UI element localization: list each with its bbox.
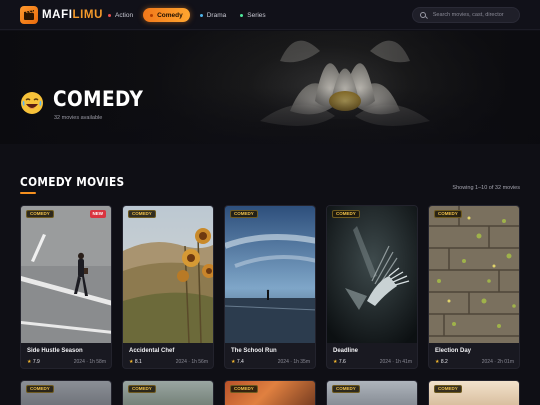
movie-rating: ★ 7.6	[333, 359, 346, 365]
movie-rating: ★ 8.1	[129, 359, 142, 365]
genre-tag: COMEDY	[434, 385, 462, 393]
movie-card[interactable]: COMEDY Deadline ★ 7.6 2024 · 1h 41m	[326, 205, 418, 369]
movie-count: 32 movies available	[54, 115, 103, 121]
star-icon: ★	[231, 359, 236, 365]
movie-poster	[327, 206, 417, 343]
rating-value: 7.4	[236, 359, 244, 365]
movie-meta: 2024 · 1h 58m	[73, 359, 106, 365]
genre-tag: COMEDY	[128, 210, 156, 218]
page-title: COMEDY	[53, 87, 144, 111]
movie-card[interactable]: COMEDY	[224, 380, 316, 405]
search-icon	[420, 11, 427, 19]
movie-poster	[21, 206, 111, 343]
movie-rating: ★ 7.9	[27, 359, 40, 365]
nav-link-comedy[interactable]: Comedy	[143, 8, 190, 22]
nav-link-label: Series	[247, 11, 266, 19]
movie-meta: 2024 · 1h 41m	[379, 359, 412, 365]
new-badge: NEW	[89, 210, 106, 218]
movie-title: Accidental Chef	[129, 348, 175, 354]
genre-tag: COMEDY	[332, 385, 360, 393]
movie-meta: 2024 · 1h 35m	[277, 359, 310, 365]
movie-poster	[429, 206, 519, 343]
genre-tag: COMEDY	[26, 385, 54, 393]
brand-name-part-2: LIMU	[72, 9, 104, 21]
movie-title: Election Day	[435, 348, 472, 354]
nav-link-label: Drama	[206, 11, 227, 19]
clapperboard-icon	[20, 6, 38, 24]
movie-card[interactable]: COMEDY	[428, 380, 520, 405]
genre-tag: COMEDY	[230, 210, 258, 218]
hero-banner: COMEDY	[0, 31, 540, 144]
genre-tag: COMEDY	[128, 385, 156, 393]
star-icon: ★	[333, 359, 338, 365]
section-title: COMEDY MOVIES	[20, 175, 125, 189]
movie-rating: ★ 8.2	[435, 359, 448, 365]
nav-link-action[interactable]: Action	[108, 8, 133, 22]
genre-tag: COMEDY	[434, 210, 462, 218]
movie-poster	[123, 206, 213, 343]
movie-poster	[225, 206, 315, 343]
brand-name-part-1: MAFI	[42, 9, 73, 21]
star-icon: ★	[27, 359, 32, 365]
top-nav: MAFILIMU Action Comedy Drama Series	[0, 0, 540, 30]
movie-card[interactable]: COMEDY The School Run ★ 7.4 2024 · 1h 35…	[224, 205, 316, 369]
laughing-face-icon	[21, 92, 43, 114]
star-icon: ★	[435, 359, 440, 365]
rating-value: 7.9	[32, 359, 40, 365]
drama-dot-icon	[199, 13, 203, 17]
movie-card[interactable]: COMEDY	[20, 380, 112, 405]
movie-title: Deadline	[333, 348, 359, 354]
movie-title: The School Run	[231, 348, 277, 354]
movie-rating: ★ 7.4	[231, 359, 244, 365]
movie-meta: 2024 · 1h 56m	[175, 359, 208, 365]
genre-tag: COMEDY	[332, 210, 360, 218]
section-underline	[20, 192, 36, 194]
series-dot-icon	[240, 13, 244, 17]
logo[interactable]: MAFILIMU	[20, 6, 103, 24]
rating-value: 7.6	[338, 359, 346, 365]
genre-tag: COMEDY	[230, 385, 258, 393]
nav-link-drama[interactable]: Drama	[199, 8, 227, 22]
comedy-dot-icon	[150, 13, 154, 17]
nav-link-label: Comedy	[157, 11, 183, 19]
genre-tag: COMEDY	[26, 210, 54, 218]
genre-nav: Action Comedy Drama Series	[108, 8, 280, 22]
movie-card[interactable]: COMEDY Accidental Chef ★ 8.1 2024 · 1h 5…	[122, 205, 214, 369]
movie-card[interactable]: COMEDY NEW Side Hustle Season ★ 7.9 2024…	[20, 205, 112, 369]
rating-value: 8.2	[440, 359, 448, 365]
movie-meta: 2024 · 2h 01m	[481, 359, 514, 365]
result-count: Showing 1–10 of 32 movies	[452, 185, 520, 191]
rating-value: 8.1	[134, 359, 142, 365]
action-dot-icon	[108, 13, 111, 17]
star-icon: ★	[129, 359, 134, 365]
movie-title: Side Hustle Season	[27, 348, 83, 354]
nav-link-label: Action	[115, 11, 134, 19]
search-input[interactable]	[432, 12, 519, 18]
nav-link-series[interactable]: Series	[240, 8, 266, 22]
search-box[interactable]	[412, 7, 520, 23]
movie-card[interactable]: COMEDY Election Day ★ 8.2 2024 · 2h 01m	[428, 205, 520, 369]
movie-card[interactable]: COMEDY	[122, 380, 214, 405]
movie-card[interactable]: COMEDY	[326, 380, 418, 405]
brand-name: MAFILIMU	[42, 9, 103, 21]
